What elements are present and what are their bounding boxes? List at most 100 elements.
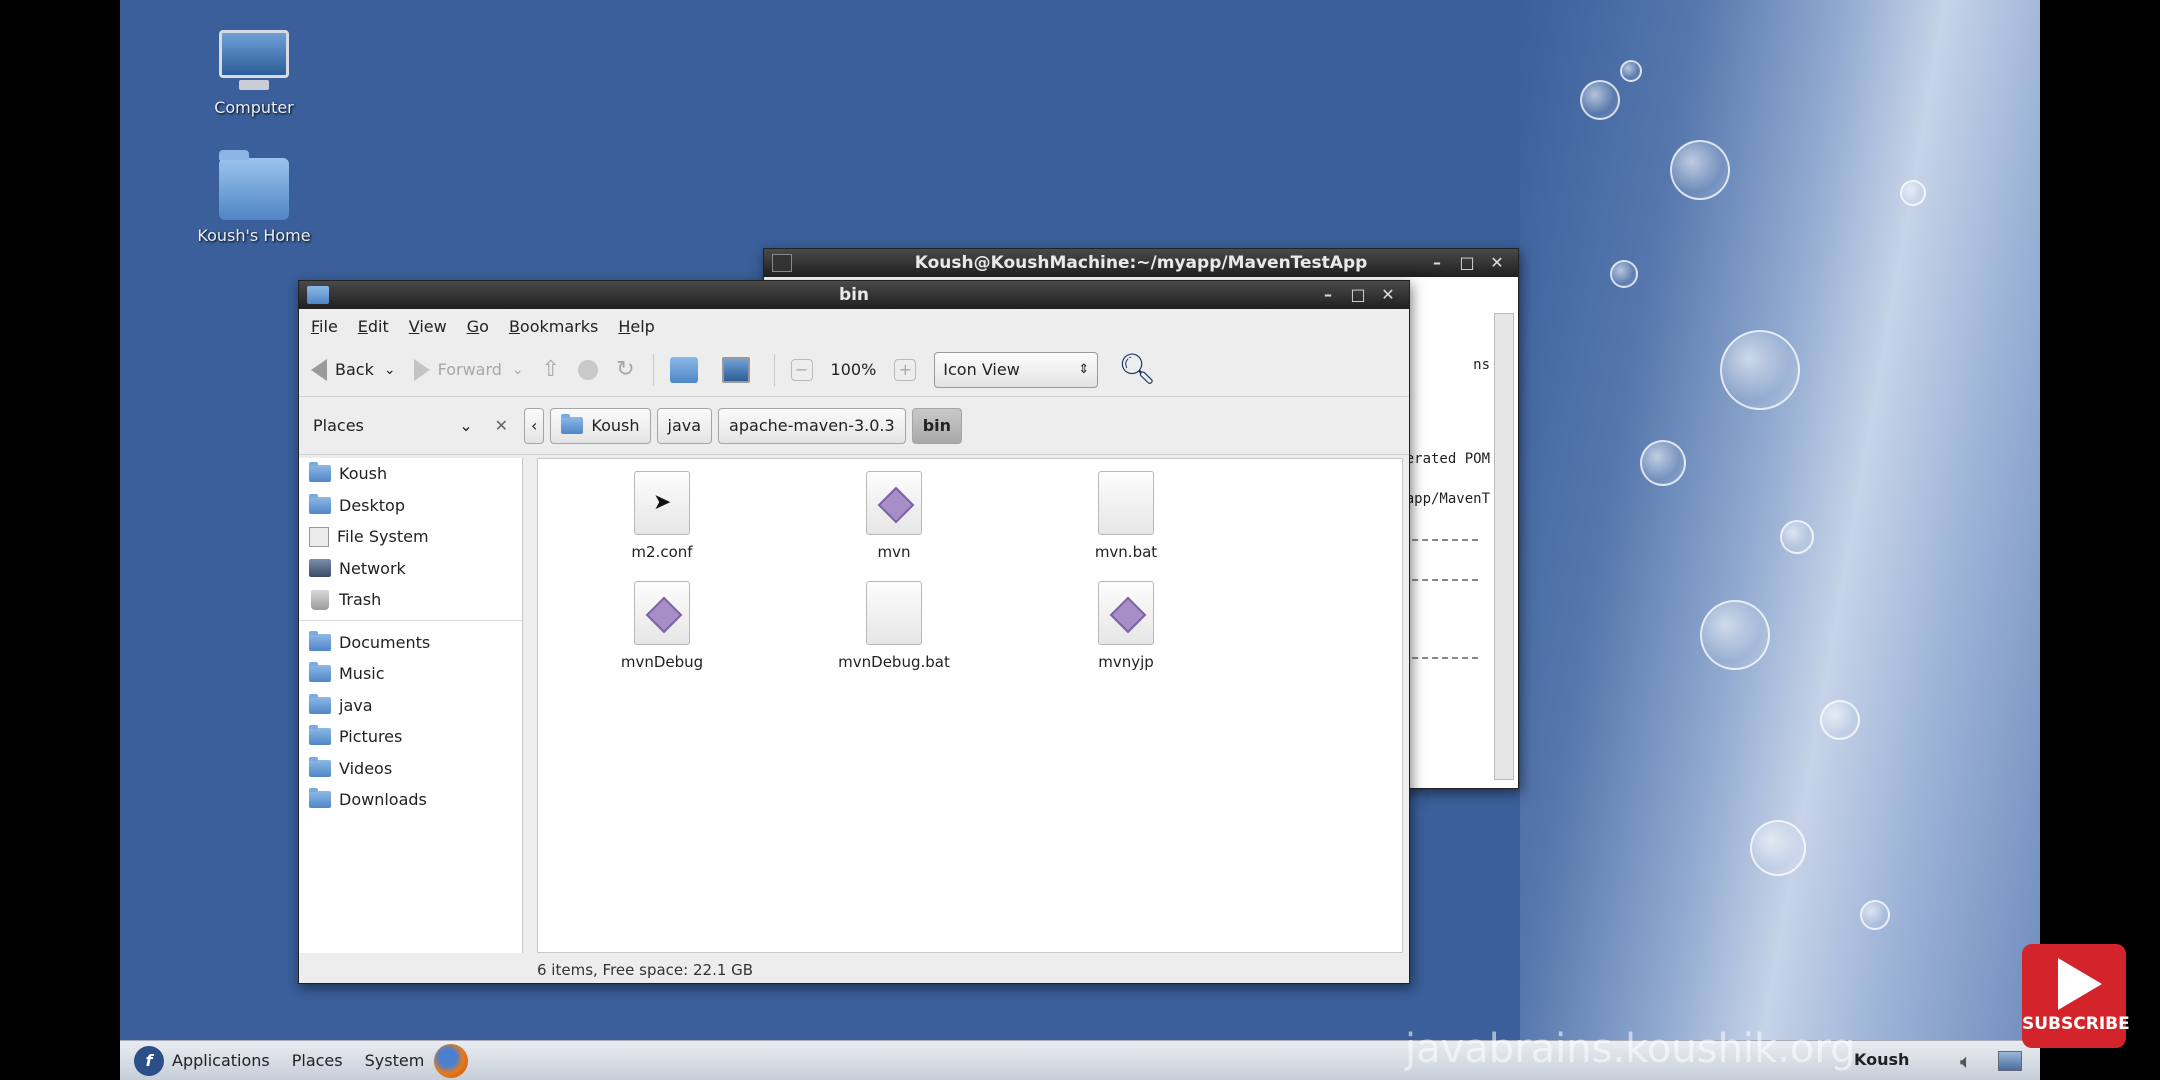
sidebar-item-koush[interactable]: Koush bbox=[299, 458, 522, 490]
file-name: mvnyjp bbox=[1098, 653, 1154, 671]
minimize-button[interactable]: – bbox=[1426, 253, 1448, 273]
sidebar-item-desktop[interactable]: Desktop bbox=[299, 490, 522, 522]
file-item[interactable]: mvnyjp bbox=[1046, 581, 1206, 671]
zoom-out-button[interactable]: − bbox=[790, 358, 813, 381]
terminal-line: ns bbox=[1473, 357, 1490, 373]
volume-icon[interactable]: 🔈︎ bbox=[1960, 1049, 1972, 1073]
text-file-icon bbox=[1098, 471, 1154, 535]
breadcrumb-koush[interactable]: Koush bbox=[550, 407, 651, 444]
home-folder-icon bbox=[669, 356, 698, 383]
computer-button[interactable] bbox=[721, 356, 756, 383]
search-button[interactable]: 🔍︎ bbox=[1118, 352, 1156, 387]
folder-icon bbox=[307, 286, 329, 304]
minimize-button[interactable]: – bbox=[1317, 285, 1339, 305]
zoom-in-icon: + bbox=[894, 358, 917, 381]
maximize-button[interactable]: □ bbox=[1456, 253, 1478, 273]
home-button[interactable] bbox=[669, 356, 704, 383]
stop-button[interactable] bbox=[578, 359, 599, 380]
close-button[interactable]: ✕ bbox=[1377, 285, 1399, 305]
window-title: bin bbox=[838, 285, 870, 305]
back-button[interactable]: Back ⌄ bbox=[311, 358, 396, 381]
view-mode-label: Icon View bbox=[943, 360, 1020, 379]
maximize-button[interactable]: □ bbox=[1347, 285, 1369, 305]
sidebar-item-java[interactable]: java bbox=[299, 690, 522, 722]
menu-help[interactable]: Help bbox=[618, 317, 654, 336]
menu-view[interactable]: View bbox=[409, 317, 447, 336]
sidebar-item-music[interactable]: Music bbox=[299, 658, 522, 690]
chevron-down-icon[interactable]: ⌄ bbox=[459, 416, 472, 435]
taskbar-menu-applications[interactable]: Applications bbox=[172, 1051, 270, 1070]
home-folder-icon bbox=[561, 414, 584, 434]
firefox-icon[interactable] bbox=[434, 1043, 469, 1078]
zoom-in-button[interactable]: + bbox=[894, 358, 917, 381]
folder-icon bbox=[309, 725, 331, 746]
view-mode-select[interactable]: Icon View ⇕ bbox=[934, 351, 1099, 388]
terminal-scrollbar[interactable] bbox=[1494, 313, 1514, 780]
desktop-icon-home[interactable]: Koush's Home bbox=[184, 150, 324, 245]
menu-go[interactable]: Go bbox=[467, 317, 489, 336]
close-button[interactable]: ✕ bbox=[1486, 253, 1508, 273]
folder-icon bbox=[309, 630, 331, 651]
file-item[interactable]: mvnDebug bbox=[582, 581, 742, 671]
menu-file[interactable]: File bbox=[311, 317, 338, 336]
sidebar-item-videos[interactable]: Videos bbox=[299, 753, 522, 785]
home-folder-icon bbox=[219, 150, 289, 220]
desktop: Computer Koush's Home Koush@KoushMachine… bbox=[120, 0, 2040, 1080]
executable-file-icon bbox=[1098, 581, 1154, 645]
desktop-icon-computer[interactable]: Computer bbox=[184, 30, 324, 117]
terminal-titlebar[interactable]: Koush@KoushMachine:~/myapp/MavenTestApp … bbox=[764, 249, 1518, 277]
file-item[interactable]: mvn bbox=[814, 471, 974, 561]
sidebar-item-documents[interactable]: Documents bbox=[299, 627, 522, 659]
sidebar-item-label: Downloads bbox=[339, 790, 427, 810]
fedora-logo-icon[interactable]: f bbox=[134, 1045, 164, 1076]
reload-button[interactable]: ↻ bbox=[616, 357, 634, 382]
forward-label: Forward bbox=[437, 360, 502, 379]
subscribe-button[interactable]: SUBSCRIBE bbox=[2022, 944, 2130, 1048]
taskbar-menu-places[interactable]: Places bbox=[292, 1051, 343, 1070]
breadcrumb-java[interactable]: java bbox=[656, 407, 713, 444]
chevron-down-icon[interactable]: ⌄ bbox=[512, 362, 524, 378]
breadcrumb-bin[interactable]: bin bbox=[911, 407, 963, 444]
workspace-switcher-icon[interactable] bbox=[1998, 1051, 2022, 1071]
breadcrumb-apache-maven[interactable]: apache-maven-3.0.3 bbox=[718, 407, 906, 444]
file-item[interactable]: ➤ m2.conf bbox=[582, 471, 742, 561]
search-icon: 🔍︎ bbox=[1118, 352, 1157, 387]
file-item[interactable]: mvnDebug.bat bbox=[814, 581, 974, 671]
menu-edit[interactable]: Edit bbox=[358, 317, 389, 336]
places-sidebar: Koush Desktop File System Network Trash bbox=[299, 458, 523, 953]
file-name: mvnDebug bbox=[620, 653, 704, 671]
sidebar-item-file-system[interactable]: File System bbox=[299, 521, 522, 553]
forward-button[interactable]: Forward ⌄ bbox=[413, 358, 524, 381]
file-item[interactable]: mvn.bat bbox=[1046, 471, 1206, 561]
menu-bookmarks[interactable]: Bookmarks bbox=[509, 317, 598, 336]
zoom-level: 100% bbox=[830, 360, 877, 379]
places-label: Places bbox=[313, 416, 364, 435]
sidebar-divider bbox=[299, 619, 522, 621]
folder-icon bbox=[309, 788, 331, 809]
text-file-icon bbox=[866, 581, 922, 645]
taskbar-menu-system[interactable]: System bbox=[365, 1051, 425, 1070]
sidebar-item-trash[interactable]: Trash bbox=[299, 584, 522, 616]
sidebar-item-network[interactable]: Network bbox=[299, 553, 522, 585]
menubar: File Edit View Go Bookmarks Help bbox=[299, 309, 1409, 343]
sidebar-item-downloads[interactable]: Downloads bbox=[299, 784, 522, 816]
file-view[interactable]: ➤ m2.conf mvn mvn.bat mvnDebug mvnDebug.… bbox=[537, 458, 1403, 953]
file-manager-window[interactable]: bin – □ ✕ File Edit View Go Bookmarks He… bbox=[298, 280, 1410, 984]
reload-icon: ↻ bbox=[616, 357, 635, 382]
places-selector[interactable]: Places ⌄ ✕ bbox=[299, 416, 524, 435]
up-button[interactable]: ⇧ bbox=[542, 357, 560, 382]
folder-icon bbox=[309, 493, 331, 514]
taskbar-user[interactable]: Koush bbox=[1854, 1050, 1909, 1069]
close-sidebar-icon[interactable]: ✕ bbox=[495, 416, 508, 435]
file-name: mvn.bat bbox=[1094, 543, 1158, 561]
stop-icon bbox=[578, 359, 599, 380]
status-bar: 6 items, Free space: 22.1 GB bbox=[537, 961, 754, 979]
subscribe-label: SUBSCRIBE bbox=[2022, 1014, 2130, 1034]
terminal-icon bbox=[772, 254, 792, 272]
chevron-down-icon[interactable]: ⌄ bbox=[384, 362, 396, 378]
file-name: m2.conf bbox=[631, 543, 693, 561]
sidebar-item-label: File System bbox=[337, 527, 429, 547]
sidebar-item-pictures[interactable]: Pictures bbox=[299, 721, 522, 753]
file-manager-titlebar[interactable]: bin – □ ✕ bbox=[299, 281, 1409, 309]
breadcrumb-back[interactable]: ‹ bbox=[524, 407, 545, 444]
